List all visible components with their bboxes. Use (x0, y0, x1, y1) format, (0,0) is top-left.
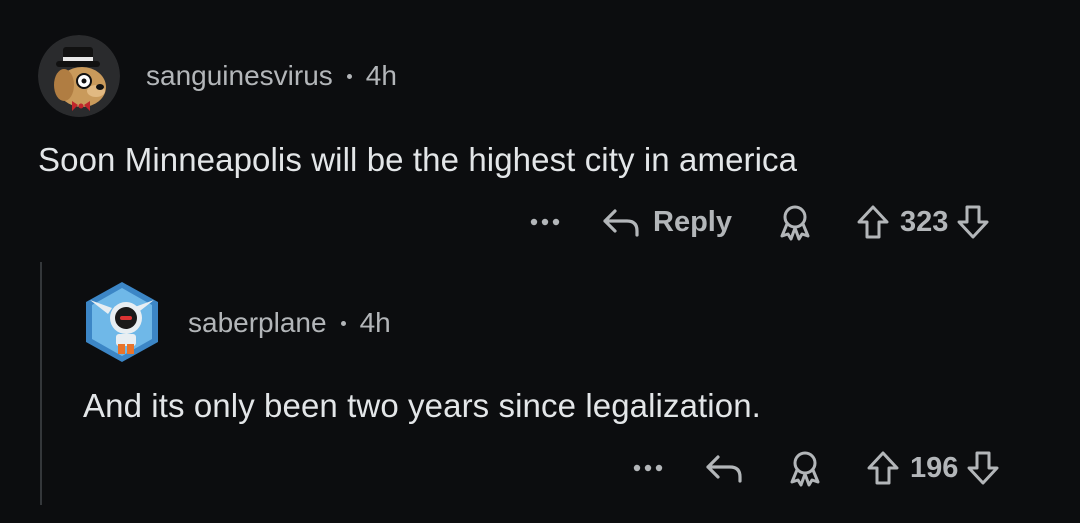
more-options-button[interactable] (527, 218, 563, 226)
username[interactable]: saberplane (188, 307, 327, 339)
upvote-arrow-icon (867, 451, 899, 485)
upvote-button[interactable] (866, 450, 900, 486)
vote-score: 196 (910, 451, 959, 484)
award-ribbon-icon (780, 205, 810, 241)
downvote-arrow-icon (957, 205, 989, 239)
more-dots-icon (633, 464, 663, 472)
reply-arrow-icon (603, 209, 639, 237)
robot-hexagon-avatar-icon (86, 282, 158, 362)
comment-body: And its only been two years since legali… (83, 387, 761, 424)
comment-meta: sanguinesvirus 4h (146, 60, 397, 92)
comment-body: Soon Minneapolis will be the highest cit… (38, 141, 798, 178)
comment-actions: 196 (630, 446, 1000, 490)
username[interactable]: sanguinesvirus (146, 60, 333, 92)
thread-line[interactable] (40, 262, 42, 505)
separator-dot (346, 73, 352, 79)
reply-label: Reply (653, 205, 732, 238)
downvote-arrow-icon (967, 451, 999, 485)
award-button[interactable] (776, 203, 814, 241)
user-avatar[interactable] (82, 280, 162, 364)
more-options-button[interactable] (630, 464, 666, 472)
downvote-button[interactable] (966, 450, 1000, 486)
timestamp: 4h (359, 307, 391, 338)
dog-with-top-hat-avatar-icon (38, 35, 120, 117)
reply-button[interactable]: Reply (601, 205, 732, 239)
award-ribbon-icon (790, 451, 820, 487)
upvote-button[interactable] (856, 204, 890, 240)
award-button[interactable] (786, 449, 824, 487)
more-dots-icon (530, 218, 560, 226)
separator-dot (340, 320, 346, 326)
downvote-button[interactable] (956, 204, 990, 240)
vote-score: 323 (899, 205, 949, 238)
user-avatar[interactable] (38, 35, 120, 117)
upvote-arrow-icon (857, 205, 889, 239)
comment-meta: saberplane 4h (188, 307, 391, 339)
comment-thread: sanguinesvirus 4h Soon Minneapolis will … (0, 0, 1080, 523)
comment-actions: Reply 323 (527, 200, 990, 244)
timestamp: 4h (365, 60, 397, 91)
reply-arrow-icon (706, 455, 742, 483)
reply-button[interactable] (704, 451, 744, 485)
